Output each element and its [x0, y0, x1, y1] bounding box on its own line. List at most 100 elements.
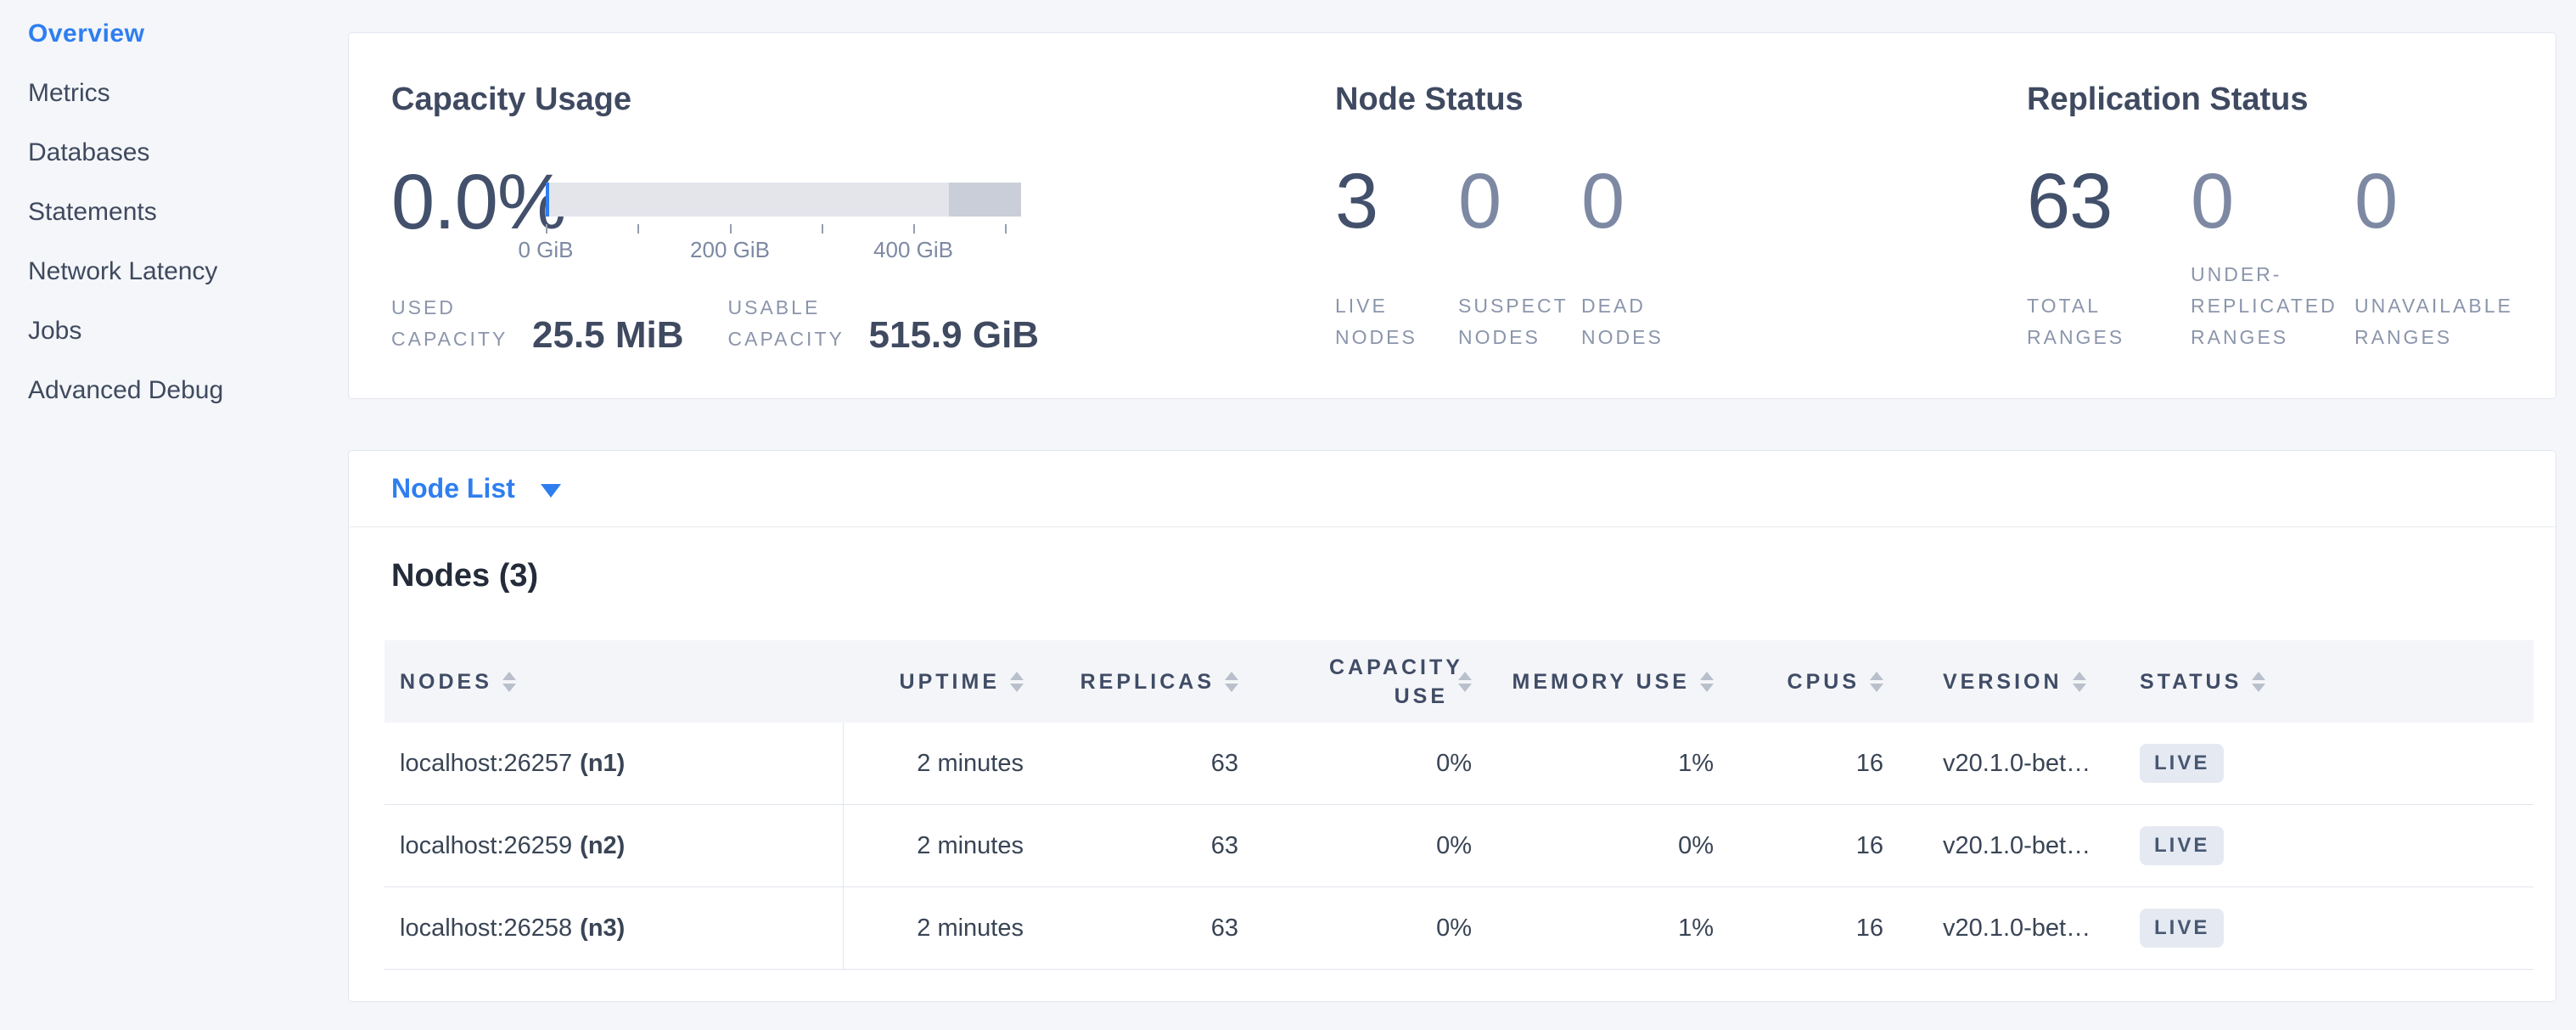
capacity-axis-ticks: [546, 217, 1021, 235]
capacity-bar-track: [546, 183, 1021, 217]
sidebar-item-metrics[interactable]: Metrics: [28, 64, 334, 123]
axis-label: 200 GiB: [690, 237, 770, 263]
suspect-nodes-label: SUSPECT NODES: [1458, 290, 1581, 353]
column-header-capacity-use[interactable]: CAPACITY USE: [1274, 640, 1507, 723]
sort-icon: [502, 672, 516, 692]
sidebar-item-network-latency[interactable]: Network Latency: [28, 242, 334, 301]
axis-label: 400 GiB: [873, 237, 953, 263]
replicas-cell: 63: [1059, 887, 1274, 969]
capacity-use-cell: 0%: [1274, 805, 1507, 886]
caret-down-icon: [541, 484, 561, 498]
usable-capacity-label: USABLE CAPACITY: [728, 292, 857, 355]
memory-use-cell: 1%: [1507, 723, 1749, 804]
axis-label: 0 GiB: [518, 237, 573, 263]
version-cell: v20.1.0-bet…: [1919, 805, 2123, 886]
table-row-node-2[interactable]: localhost:26259 (n2) 2 minutes 63 0% 0% …: [384, 805, 2534, 887]
sidebar: Overview Metrics Databases Statements Ne…: [28, 4, 334, 420]
column-header-cpus[interactable]: CPUS: [1749, 640, 1919, 723]
replicas-cell: 63: [1059, 805, 1274, 886]
sidebar-item-advanced-debug[interactable]: Advanced Debug: [28, 361, 334, 420]
used-capacity-value: 25.5 MiB: [532, 316, 684, 355]
capacity-bar-used-segment: [546, 183, 549, 217]
node-address-cell: localhost:26258 (n3): [384, 887, 844, 969]
nodes-table: NODES UPTIME REPLICAS CAPACITY USE MEMOR…: [384, 640, 2534, 970]
sidebar-item-overview[interactable]: Overview: [28, 4, 334, 64]
column-header-memory-use[interactable]: MEMORY USE: [1507, 640, 1749, 723]
cpus-cell: 16: [1749, 805, 1919, 886]
dead-nodes-value: 0: [1581, 160, 1704, 243]
sort-icon: [1870, 672, 1883, 692]
nodes-table-header: NODES UPTIME REPLICAS CAPACITY USE MEMOR…: [384, 640, 2534, 723]
cpus-cell: 16: [1749, 723, 1919, 804]
sort-icon: [2073, 672, 2086, 692]
capacity-stats: USED CAPACITY 25.5 MiB USABLE CAPACITY 5…: [391, 292, 1083, 355]
sort-icon: [1225, 672, 1238, 692]
node-status-section: Node Status 3 LIVE NODES 0 SUSPECT NODES…: [1335, 80, 1704, 353]
column-header-version[interactable]: VERSION: [1919, 640, 2123, 723]
status-badge: LIVE: [2140, 744, 2224, 783]
column-header-uptime[interactable]: UPTIME: [844, 640, 1059, 723]
used-capacity-label: USED CAPACITY: [391, 292, 520, 355]
capacity-usage-bar-chart: 0 GiB 200 GiB 400 GiB: [546, 183, 1021, 261]
unavailable-ranges-stat: 0 UNAVAILABLE RANGES: [2354, 160, 2518, 353]
status-cell: LIVE: [2123, 805, 2534, 886]
under-replicated-label: UNDER-REPLICATED RANGES: [2191, 259, 2354, 353]
capacity-used-percent: 0.0%: [391, 160, 566, 244]
total-ranges-label: TOTAL RANGES: [2027, 290, 2191, 353]
view-selector-dropdown[interactable]: Node List: [349, 451, 2556, 527]
sort-icon: [1700, 672, 1714, 692]
uptime-cell: 2 minutes: [844, 723, 1059, 804]
memory-use-cell: 0%: [1507, 805, 1749, 886]
column-header-replicas[interactable]: REPLICAS: [1059, 640, 1274, 723]
node-address-cell: localhost:26257 (n1): [384, 723, 844, 804]
sidebar-item-databases[interactable]: Databases: [28, 123, 334, 183]
sidebar-item-statements[interactable]: Statements: [28, 183, 334, 242]
node-list-card: Node List Nodes (3) NODES UPTIME REPLICA…: [348, 450, 2556, 1002]
under-replicated-value: 0: [2191, 160, 2354, 243]
dead-nodes-stat: 0 DEAD NODES: [1581, 160, 1704, 353]
replication-stats: 63 TOTAL RANGES 0 UNDER-REPLICATED RANGE…: [2027, 160, 2518, 353]
nodes-table-title: Nodes (3): [391, 558, 538, 594]
replication-status-section: Replication Status 63 TOTAL RANGES 0 UND…: [2027, 80, 2518, 353]
uptime-cell: 2 minutes: [844, 805, 1059, 886]
live-nodes-label: LIVE NODES: [1335, 290, 1458, 353]
sort-icon: [1010, 672, 1024, 692]
capacity-axis-labels: 0 GiB 200 GiB 400 GiB: [546, 235, 1021, 261]
capacity-use-cell: 0%: [1274, 723, 1507, 804]
total-ranges-value: 63: [2027, 160, 2191, 243]
cluster-overview-page: Overview Metrics Databases Statements Ne…: [0, 0, 2576, 1030]
node-status-stats: 3 LIVE NODES 0 SUSPECT NODES 0 DEAD NODE…: [1335, 160, 1704, 353]
capacity-usage-section: Capacity Usage 0.0% 0 GiB 200 GiB: [391, 80, 1070, 119]
cpus-cell: 16: [1749, 887, 1919, 969]
usable-capacity-value: 515.9 GiB: [869, 316, 1040, 355]
unavailable-label: UNAVAILABLE RANGES: [2354, 290, 2518, 353]
sort-icon: [2252, 672, 2265, 692]
table-row-node-1[interactable]: localhost:26257 (n1) 2 minutes 63 0% 1% …: [384, 723, 2534, 805]
cluster-summary-card: Capacity Usage 0.0% 0 GiB 200 GiB: [348, 32, 2556, 399]
node-status-title: Node Status: [1335, 80, 1704, 119]
suspect-nodes-value: 0: [1458, 160, 1581, 243]
under-replicated-ranges-stat: 0 UNDER-REPLICATED RANGES: [2191, 160, 2354, 353]
replication-status-title: Replication Status: [2027, 80, 2518, 119]
suspect-nodes-stat: 0 SUSPECT NODES: [1458, 160, 1581, 353]
column-header-status[interactable]: STATUS: [2123, 640, 2534, 723]
sidebar-item-jobs[interactable]: Jobs: [28, 301, 334, 361]
unavailable-value: 0: [2354, 160, 2518, 243]
capacity-use-cell: 0%: [1274, 887, 1507, 969]
status-cell: LIVE: [2123, 887, 2534, 969]
replicas-cell: 63: [1059, 723, 1274, 804]
used-capacity-stat: USED CAPACITY 25.5 MiB: [391, 292, 684, 355]
version-cell: v20.1.0-bet…: [1919, 887, 2123, 969]
uptime-cell: 2 minutes: [844, 887, 1059, 969]
column-header-nodes[interactable]: NODES: [384, 640, 844, 723]
usable-capacity-stat: USABLE CAPACITY 515.9 GiB: [728, 292, 1040, 355]
capacity-usage-title: Capacity Usage: [391, 80, 1070, 119]
version-cell: v20.1.0-bet…: [1919, 723, 2123, 804]
status-badge: LIVE: [2140, 826, 2224, 865]
view-selector-label: Node List: [391, 473, 515, 504]
status-badge: LIVE: [2140, 909, 2224, 948]
memory-use-cell: 1%: [1507, 887, 1749, 969]
live-nodes-value: 3: [1335, 160, 1458, 243]
table-row-node-3[interactable]: localhost:26258 (n3) 2 minutes 63 0% 1% …: [384, 887, 2534, 970]
total-ranges-stat: 63 TOTAL RANGES: [2027, 160, 2191, 353]
